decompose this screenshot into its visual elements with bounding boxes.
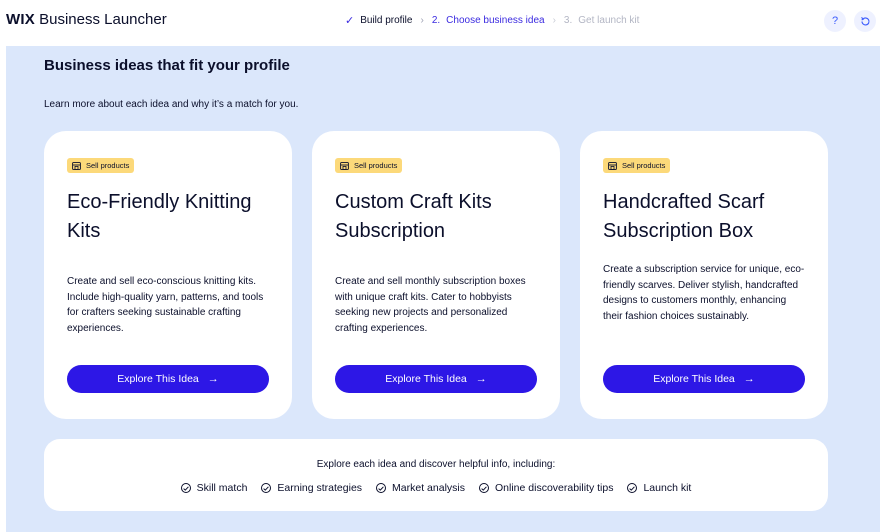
explore-idea-button[interactable]: Explore This Idea → bbox=[67, 365, 269, 393]
check-circle-icon bbox=[180, 483, 191, 493]
brand-wix: WIX bbox=[6, 11, 35, 28]
chevron-right-icon: › bbox=[552, 15, 556, 26]
idea-title: Custom Craft Kits Subscription bbox=[335, 191, 492, 242]
app-logo[interactable]: WIX Business Launcher bbox=[6, 11, 167, 28]
feature-item: Skill match bbox=[180, 482, 248, 494]
button-label: Explore This Idea bbox=[385, 373, 467, 385]
step-label: Build profile bbox=[360, 15, 413, 26]
button-label: Explore This Idea bbox=[117, 373, 199, 385]
feature-label: Market analysis bbox=[392, 482, 465, 494]
step-number: 2. bbox=[431, 15, 441, 26]
badge-label: Sell products bbox=[622, 161, 666, 170]
idea-description: Create and sell monthly subscription box… bbox=[335, 276, 526, 334]
idea-card: Sell products Custom Craft Kits Subscrip… bbox=[312, 131, 560, 419]
refresh-button[interactable] bbox=[854, 10, 876, 32]
category-badge: Sell products bbox=[603, 158, 671, 173]
feature-list: Skill match Earning strategies Market an… bbox=[44, 482, 828, 494]
page-subtitle: Learn more about each idea and why it’s … bbox=[44, 99, 299, 110]
feature-label: Skill match bbox=[196, 482, 248, 494]
badge-label: Sell products bbox=[86, 161, 130, 170]
feature-label: Earning strategies bbox=[277, 482, 363, 494]
checkmark-icon: ✓ bbox=[345, 15, 355, 27]
info-box: Explore each idea and discover helpful i… bbox=[44, 439, 828, 511]
main-panel: Business ideas that fit your profile Lea… bbox=[6, 46, 880, 532]
explore-idea-button[interactable]: Explore This Idea → bbox=[603, 365, 805, 393]
brand-title: Business Launcher bbox=[39, 11, 167, 28]
shop-icon bbox=[340, 161, 349, 170]
step-launch-kit: 3. Get launch kit bbox=[564, 15, 640, 26]
step-number: 3. bbox=[563, 15, 573, 26]
badge-label: Sell products bbox=[354, 161, 398, 170]
check-circle-icon bbox=[376, 483, 387, 493]
info-heading: Explore each idea and discover helpful i… bbox=[316, 459, 556, 470]
category-badge: Sell products bbox=[335, 158, 403, 173]
step-label: Choose business idea bbox=[446, 15, 545, 26]
idea-title: Handcrafted Scarf Subscription Box bbox=[603, 191, 765, 242]
check-circle-icon bbox=[261, 483, 272, 493]
feature-label: Launch kit bbox=[643, 482, 692, 494]
feature-item: Market analysis bbox=[376, 482, 465, 494]
shop-icon bbox=[72, 161, 81, 170]
arrow-right-icon: → bbox=[743, 373, 755, 385]
step-choose-idea[interactable]: 2. Choose business idea bbox=[432, 15, 545, 26]
refresh-icon bbox=[860, 16, 869, 25]
idea-description: Create and sell eco-conscious knitting k… bbox=[67, 276, 264, 334]
progress-stepper: ✓ Build profile › 2. Choose business ide… bbox=[345, 14, 639, 27]
arrow-right-icon: → bbox=[475, 373, 487, 385]
check-circle-icon bbox=[627, 483, 638, 493]
category-badge: Sell products bbox=[67, 158, 135, 173]
help-button[interactable]: ? bbox=[824, 10, 846, 32]
arrow-right-icon: → bbox=[207, 373, 219, 385]
page-title: Business ideas that fit your profile bbox=[44, 57, 290, 74]
check-circle-icon bbox=[479, 483, 489, 493]
idea-title: Eco-Friendly Knitting Kits bbox=[67, 191, 252, 242]
step-build-profile[interactable]: ✓ Build profile bbox=[345, 14, 412, 27]
explore-idea-button[interactable]: Explore This Idea → bbox=[335, 365, 537, 393]
feature-item: Online discoverability tips bbox=[479, 482, 613, 494]
feature-item: Earning strategies bbox=[261, 482, 362, 494]
feature-label: Online discoverability tips bbox=[495, 482, 614, 494]
button-label: Explore This Idea bbox=[653, 373, 735, 385]
feature-item: Launch kit bbox=[627, 482, 691, 494]
idea-description: Create a subscription service for unique… bbox=[603, 264, 805, 322]
idea-card: Sell products Handcrafted Scarf Subscrip… bbox=[580, 131, 828, 419]
step-label: Get launch kit bbox=[578, 15, 640, 26]
shop-icon bbox=[608, 161, 617, 170]
chevron-right-icon: › bbox=[420, 15, 424, 26]
idea-card: Sell products Eco-Friendly Knitting Kits… bbox=[44, 131, 292, 419]
top-bar: WIX Business Launcher ✓ Build profile › … bbox=[0, 0, 880, 44]
